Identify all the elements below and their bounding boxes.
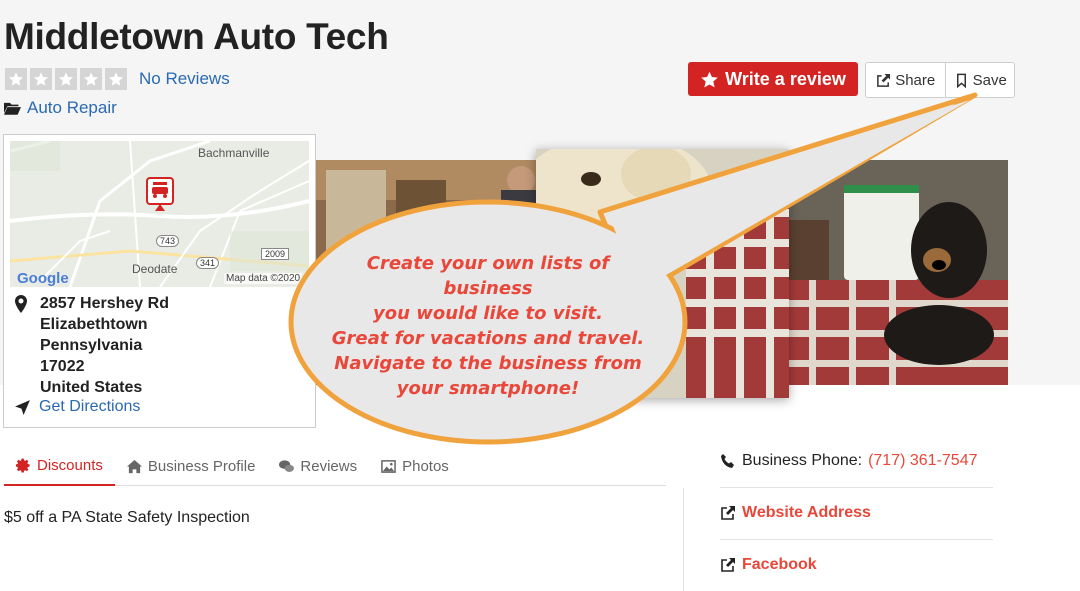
phone-label: Business Phone: [742,452,863,469]
tab-label: Photos [402,457,449,475]
save-label: Save [972,71,1007,89]
callout-line: business [443,278,533,299]
rating-stars[interactable] [5,68,127,90]
address-city: Elizabethtown [40,316,148,333]
tab-label: Discounts [37,456,103,474]
image-icon [381,459,396,473]
star-icon [701,71,718,87]
no-reviews-link[interactable]: No Reviews [139,69,230,89]
gear-icon [16,458,30,472]
share-save-group: Share Save [865,62,1015,98]
profile-tabs: Discounts Business Profile Reviews Photo… [4,446,666,486]
address-state: Pennsylvania [40,337,143,354]
comments-icon [279,459,295,472]
save-button[interactable]: Save [946,63,1014,97]
map-label-deodate: Deodate [132,262,178,276]
address-zip: 17022 [40,358,85,375]
map-route-743: 743 [156,235,180,247]
get-directions-link[interactable]: Get Directions [14,398,140,416]
star-icon [30,68,52,90]
callout-text: Create your own lists of business you wo… [318,251,658,401]
map-marker-icon [15,295,27,313]
star-icon [55,68,77,90]
get-directions-label: Get Directions [39,398,141,415]
website-link[interactable]: Website Address [720,504,871,522]
phone-icon [721,454,734,468]
business-name: Middletown Auto Tech [4,16,389,57]
address-country: United States [40,379,143,396]
star-icon [80,68,102,90]
facebook-label: Facebook [742,556,817,573]
column-divider [683,488,684,591]
bookmark-icon [956,73,966,88]
business-phone-row: Business Phone: (717) 361-7547 [720,452,978,470]
external-link-icon [721,558,735,572]
external-link-icon [721,506,735,520]
write-review-button[interactable]: Write a review [688,62,858,96]
address-block: 2857 Hershey Rd Elizabethtown Pennsylvan… [14,293,169,398]
phone-number-link[interactable]: (717) 361-7547 [868,452,977,470]
tab-label: Business Profile [147,457,256,475]
location-card: Bachmanville Deodate 743 341 2009 Google… [3,134,316,428]
location-arrow-icon [15,399,30,415]
star-icon [105,68,127,90]
home-icon [126,459,142,473]
callout-line: Navigate to the business from [334,353,642,374]
map-label-bachmanville: Bachmanville [198,146,270,160]
google-logo: Google [17,270,69,287]
divider [720,539,993,540]
website-label: Website Address [742,504,871,521]
location-map[interactable]: Bachmanville Deodate 743 341 2009 Google… [10,141,309,287]
address-street: 2857 Hershey Rd [40,295,169,312]
tab-reviews[interactable]: Reviews [267,446,369,486]
divider [720,487,993,488]
callout-line: your smartphone! [396,378,580,399]
write-review-label: Write a review [725,68,846,89]
facebook-link[interactable]: Facebook [720,556,817,574]
star-icon [5,68,27,90]
category-label: Auto Repair [27,98,117,117]
map-route-2009: 2009 [261,248,290,260]
callout-line: you would like to visit. [373,303,603,324]
category-link[interactable]: Auto Repair [4,98,117,118]
share-label: Share [895,71,936,89]
callout-line: Create your own lists of [366,253,610,274]
callout-line: Great for vacations and travel. [331,328,645,349]
folder-open-icon [4,102,21,115]
share-button[interactable]: Share [866,63,947,97]
tab-photos[interactable]: Photos [369,446,461,486]
tab-business-profile[interactable]: Business Profile [115,446,268,486]
map-route-341: 341 [196,257,220,269]
tab-label: Reviews [300,457,358,475]
business-photo-3[interactable] [789,160,1008,385]
map-attribution: Map data ©2020 [224,273,303,284]
share-icon [877,73,891,87]
tab-discounts[interactable]: Discounts [4,446,115,486]
discount-text: $5 off a PA State Safety Inspection [4,509,250,526]
